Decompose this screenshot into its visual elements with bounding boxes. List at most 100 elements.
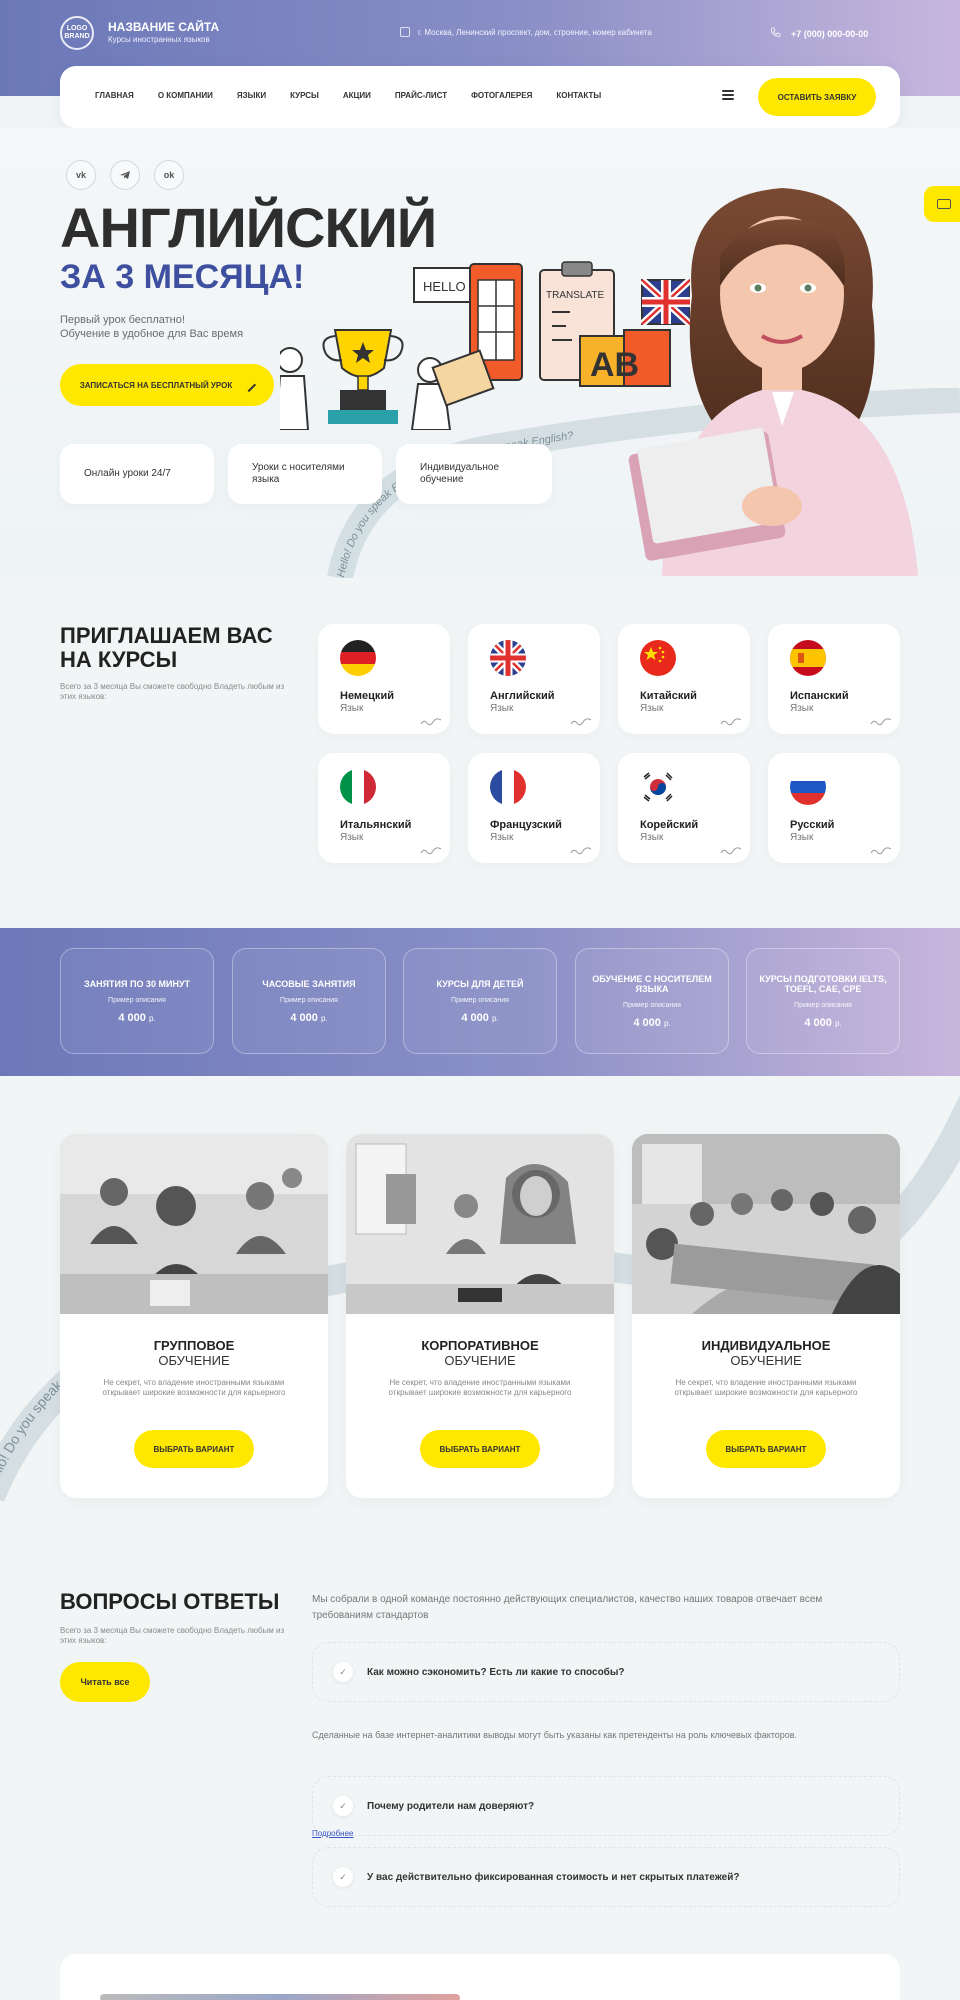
feature-card: Онлайн уроки 24/7 — [60, 444, 214, 504]
language-card-ru[interactable]: Русский Язык — [768, 753, 900, 863]
phone-number[interactable]: +7 (000) 000-00-00 — [791, 29, 868, 39]
language-card-kr[interactable]: Корейский Язык — [618, 753, 750, 863]
nav-item-gallery[interactable]: ФОТОГАЛЕРЕЯ — [471, 91, 532, 100]
language-name: Русский — [790, 819, 835, 831]
faq-question: Почему родители нам доверяют? — [367, 1800, 535, 1812]
flag-cn-icon — [640, 640, 676, 676]
scribble-decoration — [570, 847, 592, 857]
faq-item[interactable]: ✓ У вас действительно фиксированная стои… — [312, 1847, 900, 1907]
read-all-button[interactable]: Читать все — [60, 1662, 150, 1702]
format-text: Не секрет, что владение иностранными язы… — [102, 1378, 286, 1397]
flag-de-icon — [340, 640, 376, 676]
nav-menu: ГЛАВНАЯ О КОМПАНИИ ЯЗЫКИ КУРСЫ АКЦИИ ПРА… — [95, 91, 601, 100]
scribble-decoration — [720, 718, 742, 728]
price-desc: Пример описания — [280, 996, 338, 1004]
price-value: 4 000 р. — [633, 1016, 671, 1029]
feature-individual: Индивидуальное обучение — [420, 462, 500, 485]
check-icon: ✓ — [333, 1867, 353, 1887]
odnoklassniki-icon[interactable]: ok — [154, 160, 184, 190]
hero-text-line-1: Первый урок бесплатно! — [60, 314, 185, 326]
scribble-decoration — [720, 847, 742, 857]
language-card-cn[interactable]: Китайский Язык — [618, 624, 750, 734]
format-title: ГРУППОВОЕ — [153, 1338, 235, 1353]
scribble-decoration — [570, 718, 592, 728]
social-links: vk ok — [66, 160, 184, 190]
price-band: ЗАНЯТИЯ ПО 30 МИНУТ Пример описания 4 00… — [0, 928, 960, 1076]
choose-option-button[interactable]: ВЫБРАТЬ ВАРИАНТ — [420, 1430, 540, 1468]
price-title: ЗАНЯТИЯ ПО 30 МИНУТ — [83, 978, 191, 989]
format-title: КОРПОРАТИВНОЕ — [421, 1338, 539, 1353]
nav-item-price-list[interactable]: ПРАЙС-ЛИСТ — [395, 91, 447, 100]
price-value: 4 000 р. — [804, 1016, 842, 1029]
price-card[interactable]: ЧАСОВЫЕ ЗАНЯТИЯ Пример описания 4 000 р. — [232, 948, 386, 1054]
language-label: Язык — [790, 832, 814, 843]
language-name: Английский — [490, 690, 555, 702]
language-label: Язык — [490, 703, 514, 714]
price-card[interactable]: КУРСЫ ДЛЯ ДЕТЕЙ Пример описания 4 000 р. — [403, 948, 557, 1054]
faq-item[interactable]: ✓ Почему родители нам доверяют? — [312, 1776, 900, 1836]
logo[interactable]: LOGO BRAND — [60, 16, 94, 50]
price-title: ЧАСОВЫЕ ЗАНЯТИЯ — [262, 978, 356, 989]
scribble-decoration — [870, 847, 892, 857]
more-link[interactable]: Подробнее — [312, 1829, 354, 1838]
nav-item-courses[interactable]: КУРСЫ — [290, 91, 319, 100]
flag-ru-icon — [790, 769, 826, 805]
language-name: Китайский — [640, 690, 697, 702]
hero-subtitle: ЗА 3 МЕСЯЦА! — [60, 258, 305, 296]
language-card-gb[interactable]: Английский Язык — [468, 624, 600, 734]
flag-fr-icon — [490, 769, 526, 805]
address: г. Москва, Ленинский проспект, дом, стро… — [400, 27, 652, 37]
format-subtitle: ОБУЧЕНИЕ — [444, 1353, 516, 1368]
faq-lead: Мы собрали в одной команде постоянно дей… — [312, 1594, 823, 1621]
format-title: ИНДИВИДУАЛЬНОЕ — [701, 1338, 831, 1353]
language-label: Язык — [640, 703, 664, 714]
choose-option-button[interactable]: ВЫБРАТЬ ВАРИАНТ — [134, 1430, 254, 1468]
vk-icon[interactable]: vk — [66, 160, 96, 190]
chat-icon — [937, 199, 951, 209]
price-value: 4 000 р. — [461, 1011, 499, 1024]
site-subtitle: Курсы иностранных языков — [108, 35, 210, 44]
price-title: КУРСЫ ПОДГОТОВКИ IELTS, TOEFL, CAE, CPE — [759, 973, 887, 994]
price-value: 4 000 р. — [290, 1011, 328, 1024]
illus-hello: HELLO — [423, 279, 466, 294]
scribble-decoration — [870, 718, 892, 728]
language-name: Корейский — [640, 819, 699, 831]
faq-answer: Сделанные на базе интернет-аналитики выв… — [312, 1730, 798, 1740]
faq-question: У вас действительно фиксированная стоимо… — [367, 1871, 740, 1883]
flag-gb-icon — [490, 640, 526, 676]
corporate-class-photo — [346, 1134, 614, 1314]
free-lesson-button[interactable]: ЗАПИСАТЬСЯ НА БЕСПЛАТНЫЙ УРОК — [60, 364, 274, 406]
illus-translate: TRANSLATE — [546, 290, 604, 301]
menu-icon[interactable] — [722, 88, 734, 102]
phone[interactable]: +7 (000) 000-00-00 — [770, 27, 868, 40]
request-button[interactable]: ОСТАВИТЬ ЗАЯВКУ — [758, 78, 876, 116]
price-card[interactable]: КУРСЫ ПОДГОТОВКИ IELTS, TOEFL, CAE, CPE … — [746, 948, 900, 1054]
language-card-es[interactable]: Испанский Язык — [768, 624, 900, 734]
scribble-decoration — [420, 718, 442, 728]
language-card-de[interactable]: Немецкий Язык — [318, 624, 450, 734]
language-label: Язык — [340, 703, 364, 714]
next-section-image — [100, 1994, 460, 2000]
main-nav: ГЛАВНАЯ О КОМПАНИИ ЯЗЫКИ КУРСЫ АКЦИИ ПРА… — [60, 66, 900, 128]
language-card-fr[interactable]: Французский Язык — [468, 753, 600, 863]
nav-item-home[interactable]: ГЛАВНАЯ — [95, 91, 134, 100]
feature-native: Уроки с носителями языка — [252, 462, 345, 485]
nav-item-contacts[interactable]: КОНТАКТЫ — [556, 91, 601, 100]
student-photo — [628, 188, 918, 576]
price-card[interactable]: ЗАНЯТИЯ ПО 30 МИНУТ Пример описания 4 00… — [60, 948, 214, 1054]
telegram-icon[interactable] — [110, 160, 140, 190]
nav-item-languages[interactable]: ЯЗЫКИ — [237, 91, 266, 100]
chat-button[interactable] — [924, 186, 960, 222]
faq-item[interactable]: ✓ Как можно сэкономить? Есть ли какие то… — [312, 1642, 900, 1702]
hero-text: Первый урок бесплатно! Обучение в удобно… — [60, 313, 243, 341]
language-label: Язык — [640, 832, 664, 843]
language-name: Немецкий — [340, 690, 394, 702]
language-card-it[interactable]: Итальянский Язык — [318, 753, 450, 863]
free-lesson-label: ЗАПИСАТЬСЯ НА БЕСПЛАТНЫЙ УРОК — [79, 380, 233, 390]
price-card[interactable]: ОБУЧЕНИЕ С НОСИТЕЛЕМ ЯЗЫКА Пример описан… — [575, 948, 729, 1054]
flag-kr-icon — [640, 769, 676, 805]
nav-item-promotions[interactable]: АКЦИИ — [343, 91, 371, 100]
nav-item-about[interactable]: О КОМПАНИИ — [158, 91, 213, 100]
phone-icon — [770, 27, 781, 40]
choose-option-button[interactable]: ВЫБРАТЬ ВАРИАНТ — [706, 1430, 826, 1468]
